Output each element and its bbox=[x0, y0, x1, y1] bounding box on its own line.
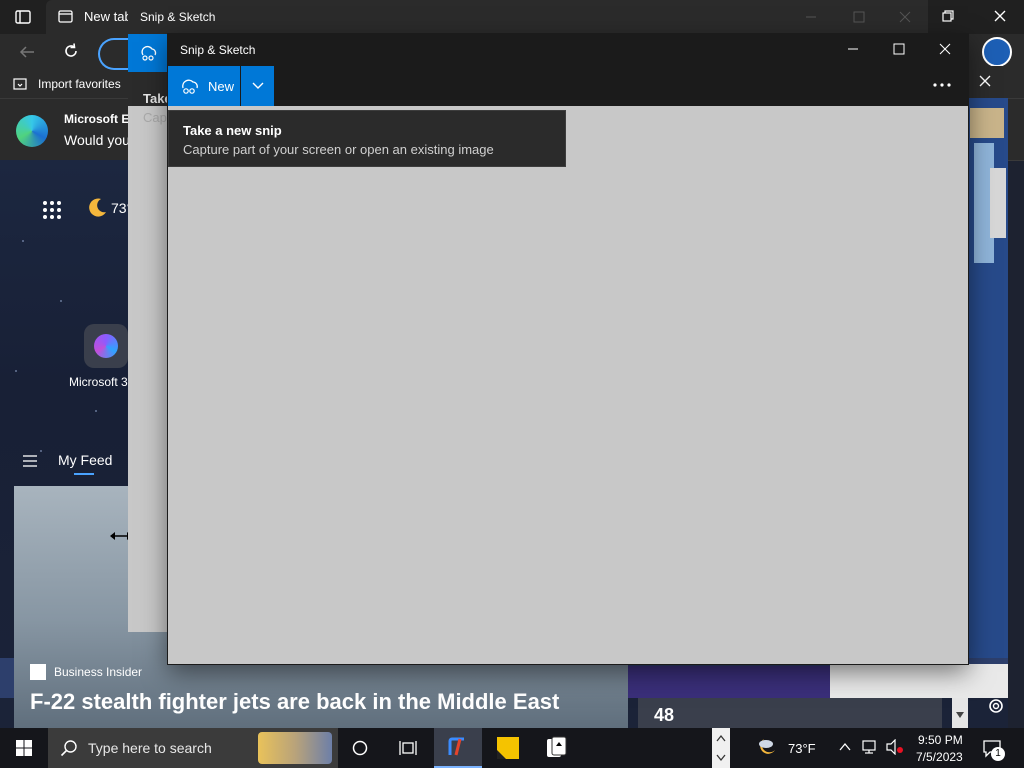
collage-close-area bbox=[968, 66, 1008, 98]
browser-close-icon[interactable] bbox=[992, 8, 1008, 24]
search-icon bbox=[60, 739, 78, 757]
settings-gear-icon[interactable] bbox=[986, 696, 1006, 716]
news-title[interactable]: F-22 stealth fighter jets are back in th… bbox=[30, 689, 559, 715]
new-snip-button[interactable]: New bbox=[168, 66, 240, 106]
notification-count: 1 bbox=[991, 747, 1005, 761]
new-button-label: New bbox=[208, 78, 235, 94]
search-placeholder: Type here to search bbox=[88, 740, 212, 756]
network-icon[interactable] bbox=[862, 739, 880, 755]
taskbar-solitaire[interactable] bbox=[532, 728, 580, 768]
news-source: Business Insider bbox=[54, 665, 143, 679]
scroll-down-button[interactable] bbox=[952, 698, 968, 728]
task-view-button[interactable] bbox=[384, 728, 432, 768]
cortana-icon bbox=[352, 740, 368, 756]
apps-grid-icon[interactable] bbox=[42, 200, 62, 220]
snip-bg-maximize-icon[interactable] bbox=[852, 10, 866, 24]
minimize-icon[interactable] bbox=[846, 42, 860, 56]
moon-weather-icon bbox=[86, 196, 108, 218]
snip-title: Snip & Sketch bbox=[180, 43, 256, 57]
task-view-icon bbox=[399, 740, 417, 756]
bing-icon[interactable] bbox=[982, 37, 1012, 67]
menu-icon[interactable] bbox=[22, 455, 38, 467]
snip-canvas bbox=[168, 106, 968, 664]
scroll-down-icon bbox=[956, 712, 964, 718]
m365-label: Microsoft 3 bbox=[69, 375, 128, 389]
snip-bg-titlebar: Snip & Sketch bbox=[128, 0, 928, 34]
m365-icon bbox=[94, 334, 118, 358]
snip-bg-new-button[interactable] bbox=[128, 34, 168, 72]
widget-card[interactable]: 48 bbox=[638, 698, 942, 728]
my-feed-tab[interactable]: My Feed bbox=[58, 452, 112, 468]
refresh-icon[interactable] bbox=[62, 42, 80, 60]
tray-date[interactable]: 7/5/2023 bbox=[916, 750, 963, 764]
new-snip-dropdown[interactable] bbox=[241, 66, 274, 106]
snip-bg-title: Snip & Sketch bbox=[140, 10, 216, 24]
taskbar: Type here to search 73°F 9:50 PM 7/5/202… bbox=[0, 728, 1024, 768]
search-highlight-icon bbox=[258, 732, 332, 764]
import-favorites-link[interactable]: Import favorites bbox=[38, 77, 121, 91]
tab-actions-icon[interactable] bbox=[14, 8, 32, 26]
snip-titlebar: Snip & Sketch bbox=[168, 34, 968, 66]
taskbar-scroll-button[interactable] bbox=[712, 728, 730, 768]
taskbar-sticky-notes[interactable] bbox=[484, 728, 532, 768]
banner-text: Would you bbox=[64, 132, 130, 148]
new-snip-tooltip: Take a new snip Capture part of your scr… bbox=[168, 110, 566, 167]
close-icon[interactable] bbox=[938, 42, 952, 56]
collage-close-icon[interactable] bbox=[978, 74, 992, 88]
tray-temperature: 73°F bbox=[788, 741, 816, 756]
import-icon bbox=[12, 76, 28, 92]
weather-moon-cloud-icon[interactable] bbox=[754, 736, 778, 760]
tooltip-title: Take a new snip bbox=[183, 123, 282, 138]
tray-time[interactable]: 9:50 PM bbox=[918, 733, 963, 747]
edge-logo-icon bbox=[16, 115, 48, 147]
collage-tile bbox=[970, 108, 1004, 138]
action-center-button[interactable]: 1 bbox=[982, 738, 1005, 761]
browser-tab[interactable]: New tab bbox=[46, 0, 136, 34]
feed-underline bbox=[74, 473, 94, 475]
tab-label: New tab bbox=[84, 9, 132, 24]
newtab-icon bbox=[58, 9, 73, 24]
more-options-icon[interactable] bbox=[932, 82, 952, 88]
snip-bg-label-2: Cap bbox=[143, 110, 167, 125]
solitaire-icon bbox=[544, 736, 568, 760]
business-insider-icon bbox=[30, 664, 46, 680]
taskbar-search-box[interactable]: Type here to search bbox=[48, 728, 338, 768]
minesweeper-tile bbox=[830, 664, 1008, 698]
tooltip-text: Capture part of your screen or open an e… bbox=[183, 142, 494, 157]
collage-tile bbox=[990, 168, 1006, 238]
snip-bg-scissors-icon bbox=[140, 44, 158, 62]
snip-bg-minimize-icon[interactable] bbox=[804, 10, 818, 24]
volume-muted-icon[interactable] bbox=[886, 739, 904, 755]
back-icon[interactable] bbox=[18, 43, 36, 61]
snip-sketch-window: Snip & Sketch New Take a new snip Captur… bbox=[168, 34, 968, 664]
taskbar-snip-app[interactable] bbox=[434, 728, 482, 768]
start-button[interactable] bbox=[0, 728, 48, 768]
show-hidden-icons[interactable] bbox=[838, 740, 852, 754]
snip-scissors-icon bbox=[180, 76, 200, 96]
snip-bg-close-icon[interactable] bbox=[898, 10, 912, 24]
snip-app-icon bbox=[446, 735, 470, 759]
chevron-down-icon bbox=[252, 82, 264, 90]
m365-app-tile[interactable] bbox=[84, 324, 128, 368]
maximize-icon[interactable] bbox=[892, 42, 906, 56]
widget-number: 48 bbox=[654, 705, 675, 725]
restore-icon[interactable] bbox=[940, 8, 956, 24]
sticky-notes-icon bbox=[496, 736, 520, 760]
snip-bg-sidebar: Take Cap bbox=[128, 34, 172, 125]
chevron-up-icon bbox=[716, 734, 726, 742]
cortana-button[interactable] bbox=[336, 728, 384, 768]
chevron-down-small-icon bbox=[716, 754, 726, 762]
banner-title: Microsoft E bbox=[64, 112, 130, 126]
snip-toolbar: New bbox=[168, 66, 968, 106]
game-collage bbox=[968, 98, 1008, 658]
windows-logo-icon bbox=[16, 740, 32, 756]
